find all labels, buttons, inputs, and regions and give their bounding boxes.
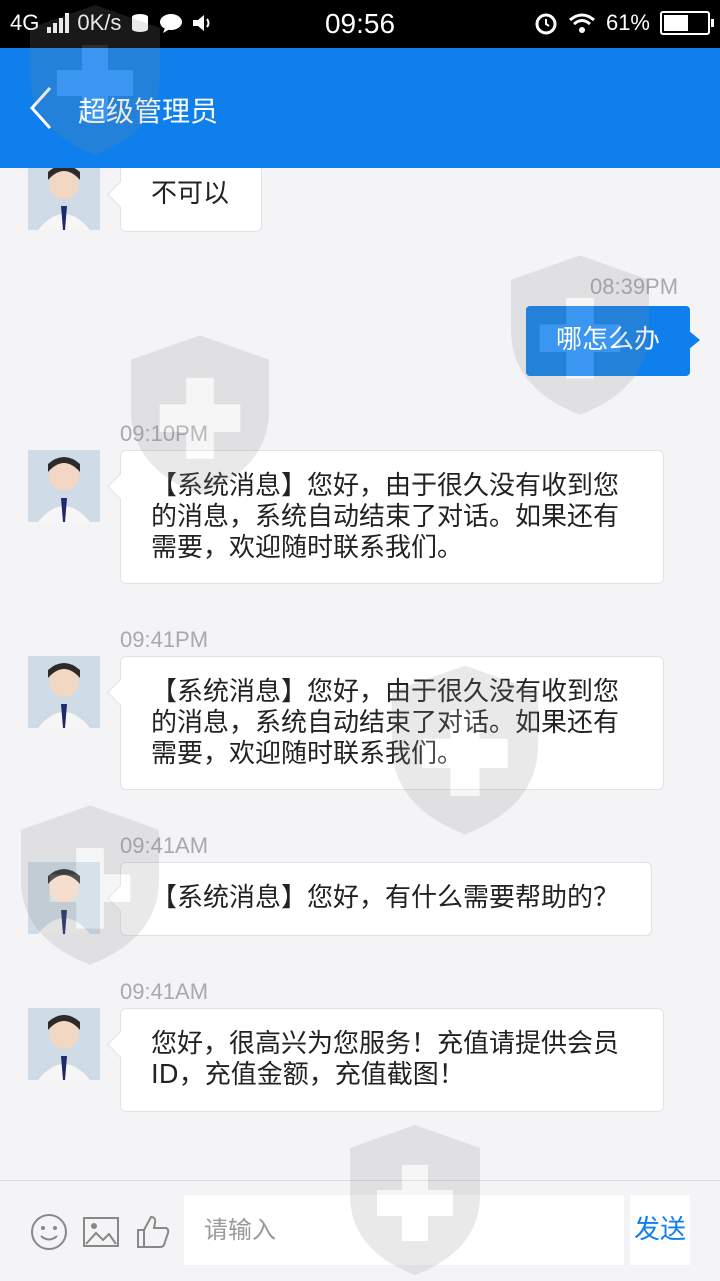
- input-bar: 发送: [0, 1180, 720, 1281]
- message-text: 哪怎么办: [555, 325, 660, 355]
- agent-avatar[interactable]: [28, 1008, 100, 1080]
- message-bubble[interactable]: 【系统消息】您好，由于很久没有收到您的消息，系统自动结束了对话。如果还有需要，欢…: [120, 656, 664, 790]
- agent-avatar[interactable]: [28, 168, 100, 230]
- message-timestamp: 09:41AM: [120, 979, 209, 1004]
- chat-area[interactable]: 不可以 08:39PM 哪怎么办 09:10PM 【系统消息】您好，由于很久没有…: [0, 168, 720, 1180]
- agent-avatar-image: [28, 168, 100, 230]
- agent-avatar[interactable]: [28, 862, 100, 934]
- alarm-icon: [535, 13, 557, 35]
- message-text: 您好，很高兴为您服务！充值请提供会员ID，充值金额，充值截图！: [151, 1029, 620, 1090]
- agent-avatar-image: [28, 862, 100, 934]
- image-icon[interactable]: [82, 1213, 120, 1251]
- status-bar: 4G 0K/s 09:56 61%: [0, 0, 720, 48]
- message-text: 【系统消息】您好，有什么需要帮助的？: [151, 883, 620, 913]
- message-timestamp: 09:10PM: [120, 421, 209, 446]
- message-text: 【系统消息】您好，由于很久没有收到您的消息，系统自动结束了对话。如果还有需要，欢…: [151, 471, 620, 563]
- message-bubble[interactable]: 不可以: [120, 168, 262, 232]
- battery-icon: [660, 11, 714, 35]
- message-bubble[interactable]: 您好，很高兴为您服务！充值请提供会员ID，充值金额，充值截图！: [120, 1008, 664, 1112]
- chat-title: 超级管理员: [78, 95, 219, 128]
- status-right: 61%: [534, 10, 714, 36]
- agent-avatar[interactable]: [28, 450, 100, 522]
- thumbs-up-icon[interactable]: [134, 1213, 172, 1251]
- battery-percent: 61%: [605, 10, 650, 35]
- message-timestamp: 08:39PM: [590, 274, 679, 299]
- message-timestamp: 09:41PM: [120, 627, 209, 652]
- message-text: 【系统消息】您好，由于很久没有收到您的消息，系统自动结束了对话。如果还有需要，欢…: [151, 677, 620, 769]
- emoji-icon[interactable]: [30, 1213, 68, 1251]
- agent-avatar-image: [28, 656, 100, 728]
- message-input[interactable]: [184, 1195, 624, 1265]
- agent-avatar[interactable]: [28, 656, 100, 728]
- message-bubble[interactable]: 【系统消息】您好，有什么需要帮助的？: [120, 862, 652, 936]
- outgoing-message-bubble[interactable]: 哪怎么办: [526, 306, 700, 376]
- agent-avatar-image: [28, 450, 100, 522]
- wifi-icon: [568, 13, 595, 33]
- message-text: 不可以: [151, 179, 230, 209]
- message-bubble[interactable]: 【系统消息】您好，由于很久没有收到您的消息，系统自动结束了对话。如果还有需要，欢…: [120, 450, 664, 584]
- back-arrow-icon[interactable]: [22, 84, 62, 132]
- agent-avatar-image: [28, 1008, 100, 1080]
- chat-header: 超级管理员: [0, 48, 720, 168]
- message-timestamp: 09:41AM: [120, 833, 209, 858]
- send-button[interactable]: 发送: [630, 1195, 690, 1265]
